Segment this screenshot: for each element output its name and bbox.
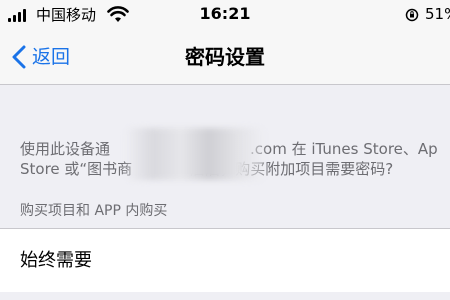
battery-percentage: 51% <box>425 5 450 23</box>
status-time: 16:21 <box>199 4 251 23</box>
page-title: 密码设置 <box>185 45 265 69</box>
description-line2-start: Store 或“图书商 <box>20 160 133 178</box>
option-label: 始终需要 <box>20 250 92 271</box>
status-bar: 中国移动 16:21 51% <box>0 0 450 30</box>
option-always-require[interactable]: 始终需要 <box>0 228 450 294</box>
description-line1-start: 使用此设备通 <box>20 140 111 158</box>
navigation-bar: 返回 密码设置 <box>0 30 450 85</box>
background-area <box>0 292 450 300</box>
redacted-email-blur <box>125 128 265 180</box>
section-header: 购买项目和 APP 内购买 <box>20 203 168 219</box>
orientation-lock-icon <box>405 8 419 22</box>
description-line1-end: .com 在 iTunes Store、Ap <box>250 140 438 158</box>
